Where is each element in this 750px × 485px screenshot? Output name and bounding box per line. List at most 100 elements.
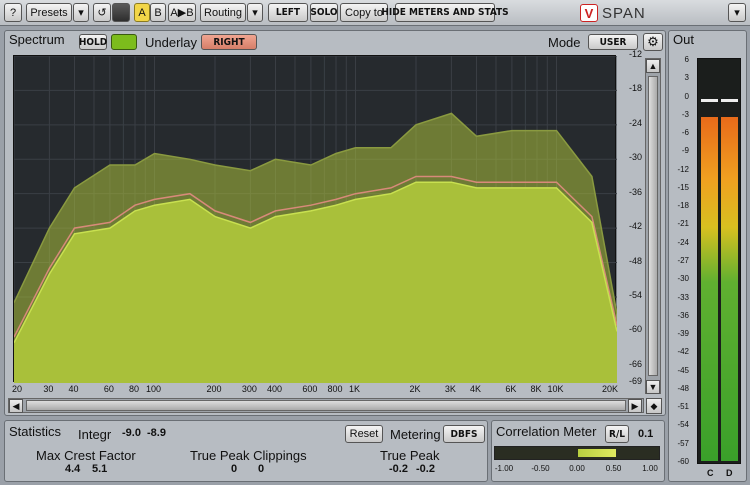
correlation-value: 0.1 xyxy=(638,428,654,440)
output-tick-label: -33 xyxy=(677,292,689,302)
y-tick-label: -54 xyxy=(628,289,642,300)
solo-button[interactable]: SOLO xyxy=(310,3,338,22)
output-meter-left-bar xyxy=(701,116,718,461)
x-tick-label: 20 xyxy=(11,384,23,394)
x-tick-label: 20K xyxy=(601,384,619,394)
y-tick-label: -36 xyxy=(628,186,642,197)
correlation-tick-label: 0.50 xyxy=(605,464,622,473)
x-tick-label: 8K xyxy=(530,384,542,394)
output-tick-label: -39 xyxy=(677,329,689,339)
output-tick-label: -45 xyxy=(677,365,689,375)
correlation-tick-label: -1.00 xyxy=(494,464,514,473)
correlation-fill xyxy=(578,449,617,457)
x-tick-label: 6K xyxy=(505,384,517,394)
correlation-title: Correlation Meter xyxy=(496,424,597,439)
mode-select[interactable]: USER xyxy=(588,34,638,50)
undo-icon[interactable]: ↺ xyxy=(93,3,111,22)
zoom-reset-icon[interactable]: ◆ xyxy=(646,398,662,414)
true-peak-clippings-label: True Peak Clippings xyxy=(190,448,307,463)
scroll-right-icon[interactable]: ▶ xyxy=(628,399,642,413)
output-tick-label: -30 xyxy=(677,274,689,284)
brand-name: SPAN xyxy=(602,4,646,22)
correlation-meter-bar xyxy=(494,446,660,460)
x-tick-label: 60 xyxy=(103,384,114,394)
integr-left-value: -9.0 xyxy=(122,427,141,439)
copy-a-to-b-button[interactable]: A▶B xyxy=(168,3,196,22)
tp-right-value: -0.2 xyxy=(416,463,435,475)
hide-meters-button[interactable]: HIDE METERS AND STATS xyxy=(381,3,509,22)
menu-dropdown-button[interactable]: ▾ xyxy=(728,3,746,22)
routing-dropdown-button[interactable]: ▾ xyxy=(247,3,263,22)
output-tick-label: 0 xyxy=(684,91,689,101)
y-tick-label: -69 xyxy=(628,376,642,386)
scroll-up-icon[interactable]: ▲ xyxy=(646,59,660,73)
integr-label: Integr xyxy=(78,427,112,442)
horizontal-scroll-thumb[interactable] xyxy=(26,400,626,411)
x-tick-label: 300 xyxy=(241,384,257,394)
output-tick-label: -36 xyxy=(677,310,689,320)
redo-icon[interactable] xyxy=(112,3,130,22)
y-tick-label: -60 xyxy=(628,324,642,335)
hold-button[interactable]: HOLD xyxy=(79,34,107,50)
output-tick-label: -48 xyxy=(677,383,689,393)
underlay-right-button[interactable]: RIGHT xyxy=(201,34,257,50)
statistics-title: Statistics xyxy=(9,424,62,439)
x-tick-label: 200 xyxy=(206,384,222,394)
crest-label: Max Crest Factor xyxy=(36,448,136,463)
output-tick-label: -12 xyxy=(677,164,689,174)
output-meter xyxy=(697,58,741,464)
tpc-right-value: 0 xyxy=(258,463,265,475)
scroll-left-icon[interactable]: ◀ xyxy=(9,399,23,413)
help-button[interactable]: ? xyxy=(4,3,22,22)
y-tick-label: -12 xyxy=(628,49,642,59)
y-tick-label: -66 xyxy=(628,358,642,369)
true-peak-label: True Peak xyxy=(380,448,440,463)
presets-dropdown-button[interactable]: ▾ xyxy=(73,3,89,22)
x-tick-label: 1K xyxy=(348,384,360,394)
output-left-label: C xyxy=(707,468,714,478)
routing-button[interactable]: Routing xyxy=(200,3,246,22)
correlation-mode-button[interactable]: R/L xyxy=(605,425,629,443)
output-tick-label: -51 xyxy=(677,402,689,412)
presets-button[interactable]: Presets xyxy=(26,3,72,22)
output-meter-right-bar xyxy=(721,116,738,461)
output-peak-left-marker xyxy=(701,98,718,102)
x-tick-label: 80 xyxy=(128,384,140,394)
x-tick-label: 30 xyxy=(43,384,54,394)
tpc-left-value: 0 xyxy=(231,463,238,475)
x-tick-label: 4K xyxy=(469,384,482,394)
tp-left-value: -0.2 xyxy=(389,463,408,475)
correlation-tick-label: -0.50 xyxy=(531,464,550,473)
spectrum-plot[interactable] xyxy=(13,55,617,383)
y-tick-label: -42 xyxy=(628,221,642,232)
y-tick-label: -24 xyxy=(628,117,642,128)
output-tick-label: 3 xyxy=(684,73,689,83)
x-tick-label: 40 xyxy=(68,384,79,394)
output-tick-label: -27 xyxy=(677,256,689,265)
crest-left-value: 4.4 xyxy=(65,463,81,475)
output-peak-right-marker xyxy=(721,98,738,102)
y-tick-label: -30 xyxy=(628,152,642,163)
output-tick-label: -60 xyxy=(677,457,689,466)
scroll-down-icon[interactable]: ▼ xyxy=(646,380,660,394)
crest-right-value: 5.1 xyxy=(92,463,108,475)
output-tick-label: -9 xyxy=(681,146,689,156)
reset-button[interactable]: Reset xyxy=(345,425,383,443)
x-tick-label: 600 xyxy=(302,384,318,394)
preset-b-button[interactable]: B xyxy=(150,3,166,22)
output-tick-label: 6 xyxy=(684,55,689,64)
left-channel-button[interactable]: LEFT xyxy=(268,3,308,22)
output-tick-label: -42 xyxy=(677,347,689,357)
integr-right-value: -8.9 xyxy=(147,427,166,439)
hold-color-swatch[interactable] xyxy=(111,34,137,50)
preset-a-button[interactable]: A xyxy=(134,3,150,22)
spectrum-chart xyxy=(14,56,617,383)
vertical-scroll-thumb[interactable] xyxy=(648,76,658,376)
output-tick-label: -24 xyxy=(677,237,689,247)
correlation-tick-label: 1.00 xyxy=(642,464,658,473)
output-tick-label: -54 xyxy=(677,420,689,430)
settings-gear-icon[interactable]: ⚙ xyxy=(643,33,663,51)
mode-label: Mode xyxy=(548,35,581,50)
metering-select[interactable]: DBFS xyxy=(443,425,485,443)
output-tick-label: -15 xyxy=(677,182,689,192)
